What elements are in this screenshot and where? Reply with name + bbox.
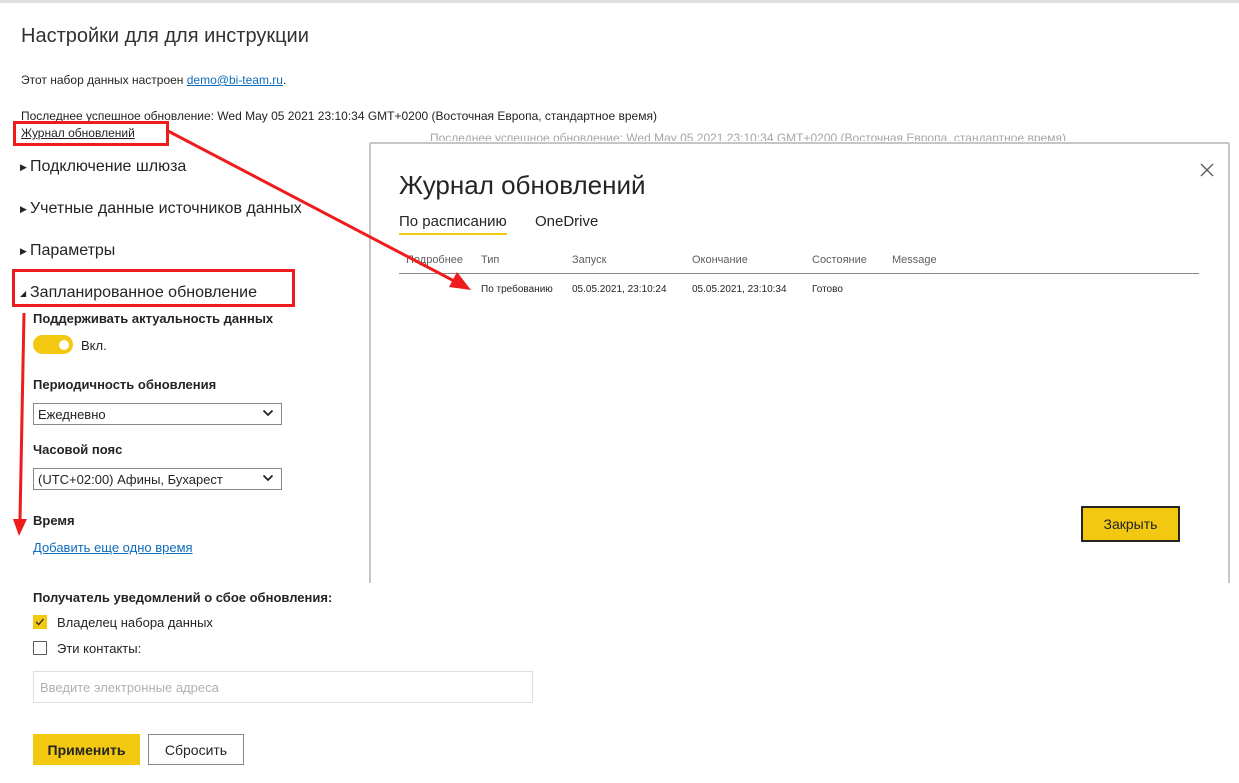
frequency-select[interactable]: Ежедневно [33,403,282,425]
timezone-select[interactable]: (UTC+02:00) Афины, Бухарест [33,468,282,490]
add-time-link[interactable]: Добавить еще одно время [33,540,193,555]
section-credentials-label: Учетные данные источников данных [30,200,302,217]
section-gateway[interactable]: ▶ Подключение шлюза [20,158,186,176]
refresh-history-dialog: Журнал обновлений По расписанию OneDrive… [370,143,1229,583]
keep-uptodate-label: Поддерживать актуальность данных [33,311,274,326]
toggle-state-label: Вкл. [81,338,107,353]
annotation-box-scheduled-refresh [12,269,295,307]
cell-end: 05.05.2021, 23:10:34 [692,284,787,295]
column-header-status: Состояние [812,254,867,266]
cell-type: По требованию [481,284,553,295]
reset-button[interactable]: Сбросить [148,734,244,765]
section-credentials[interactable]: ▶ Учетные данные источников данных [20,200,302,218]
cell-status: Готово [812,284,843,295]
column-header-type: Тип [481,254,500,266]
owner-line: Этот набор данных настроен demo@bi-team.… [21,73,286,87]
notification-recipients-label: Получатель уведомлений о сбое обновления… [33,590,333,605]
toggle-knob [59,339,69,350]
dialog-title: Журнал обновлений [399,170,646,200]
owner-prefix: Этот набор данных настроен [21,73,187,87]
close-icon[interactable] [1198,161,1216,179]
time-label: Время [33,513,75,528]
contacts-checkbox[interactable] [33,641,47,655]
caret-right-icon: ▶ [20,245,27,256]
owner-email-link[interactable]: demo@bi-team.ru [187,73,283,87]
check-icon [35,618,44,626]
keep-uptodate-toggle[interactable] [33,335,73,354]
page-title: Настройки для для инструкции [21,25,309,47]
owner-checkbox-label: Владелец набора данных [57,615,213,630]
background-refresh-text: Последнее успешное обновление: Wed May 0… [430,132,1066,141]
cell-start: 05.05.2021, 23:10:24 [572,284,667,295]
section-gateway-label: Подключение шлюза [30,158,187,175]
frequency-label: Периодичность обновления [33,377,217,392]
caret-right-icon: ▶ [20,161,27,172]
annotation-arrow-down [13,312,27,536]
chevron-down-icon [262,474,274,482]
tab-onedrive[interactable]: OneDrive [535,213,598,230]
timezone-label: Часовой пояс [33,442,123,457]
owner-checkbox[interactable] [33,615,47,629]
column-header-start: Запуск [572,254,607,266]
column-header-end: Окончание [692,254,748,266]
dialog-close-button[interactable]: Закрыть [1081,506,1180,542]
caret-right-icon: ▶ [20,203,27,214]
section-parameters-label: Параметры [30,242,116,259]
contacts-checkbox-label: Эти контакты: [57,641,142,656]
column-header-details: Подробнее [406,254,464,266]
section-parameters[interactable]: ▶ Параметры [20,242,115,260]
table-header-divider [399,273,1199,274]
email-input[interactable] [33,671,533,703]
apply-button[interactable]: Применить [33,734,140,765]
timezone-value: (UTC+02:00) Афины, Бухарест [38,471,223,487]
annotation-box-history-link [13,121,169,146]
owner-suffix: . [282,73,287,87]
top-divider [0,0,1239,3]
column-header-message: Message [892,254,937,266]
frequency-value: Ежедневно [38,406,106,422]
chevron-down-icon [262,409,274,417]
tab-scheduled[interactable]: По расписанию [399,213,507,235]
